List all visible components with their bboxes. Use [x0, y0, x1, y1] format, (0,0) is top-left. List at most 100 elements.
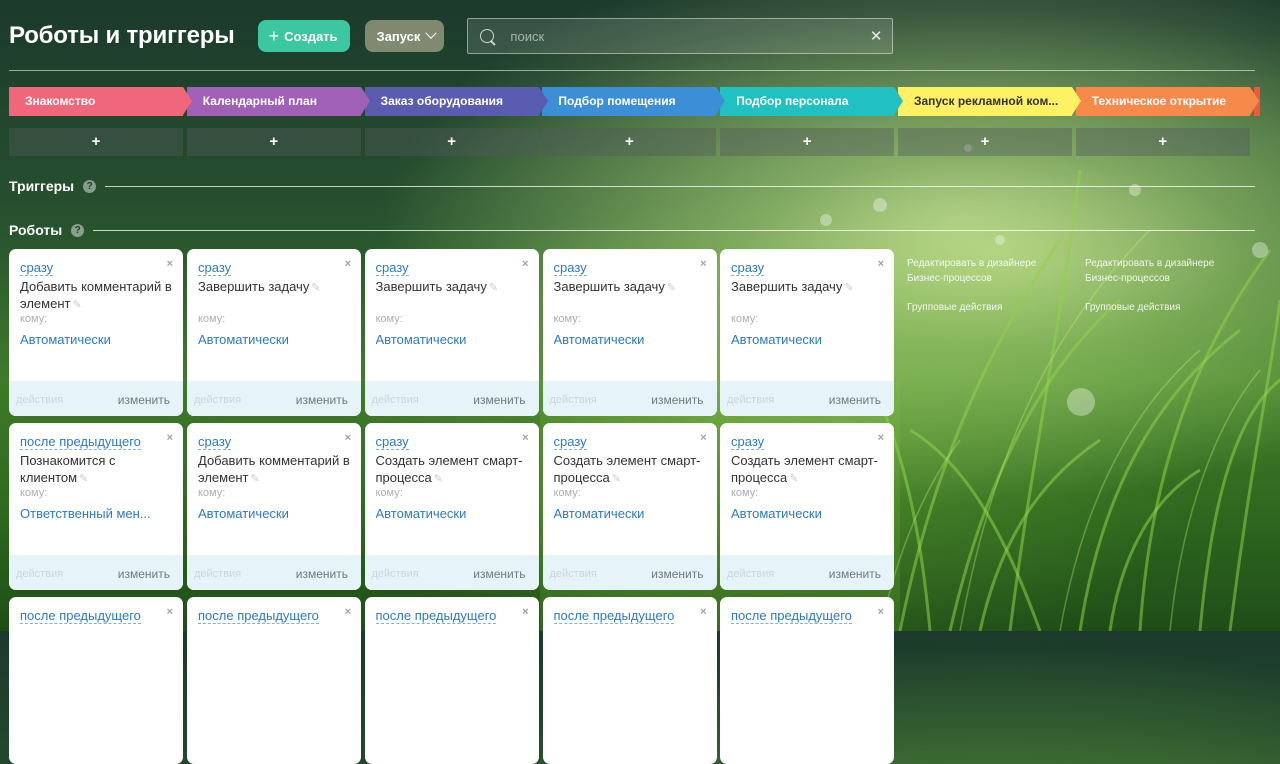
edit-link[interactable]: изменить — [651, 567, 703, 581]
stage-3[interactable]: Подбор помещения — [542, 87, 726, 116]
pencil-icon[interactable]: ✎ — [72, 299, 81, 311]
robot-card[interactable]: сразу × Добавить комментарий в элемент ✎ ком… — [187, 423, 361, 590]
robot-delay-link[interactable]: сразу — [731, 260, 765, 276]
close-icon[interactable]: × — [522, 606, 528, 618]
edit-link[interactable]: изменить — [118, 393, 170, 407]
edit-link[interactable]: изменить — [118, 567, 170, 581]
pencil-icon[interactable]: ✎ — [250, 473, 259, 485]
robot-delay-link[interactable]: после предыдущего — [375, 608, 497, 624]
robot-delay-link[interactable]: сразу — [20, 260, 54, 276]
robot-card[interactable]: сразу × Завершить задачу ✎ кому: Автоматическ… — [542, 249, 717, 416]
responsible-link[interactable]: Автоматически — [731, 332, 883, 347]
close-icon[interactable]: × — [878, 432, 884, 444]
responsible-link[interactable]: Ответственный мен... — [20, 506, 172, 521]
edit-link[interactable]: изменить — [296, 393, 348, 407]
edit-link[interactable]: изменить — [651, 393, 703, 407]
responsible-link[interactable]: Автоматически — [20, 332, 172, 347]
edit-in-designer-link[interactable]: Редактировать в дизайнере Бизнес-процесс… — [907, 256, 1047, 286]
pencil-icon[interactable]: ✎ — [79, 473, 88, 485]
robot-delay-link[interactable]: сразу — [553, 434, 587, 450]
edit-link[interactable]: изменить — [473, 567, 525, 581]
add-robot-button[interactable]: + — [720, 128, 895, 156]
robot-card[interactable]: после предыдущего × — [542, 597, 717, 764]
add-robot-button[interactable]: + — [9, 128, 183, 156]
stage-0[interactable]: Знакомство — [9, 87, 192, 116]
close-icon[interactable]: × — [345, 258, 351, 270]
robot-card[interactable]: сразу × Завершить задачу ✎ кому: Автоматическ… — [187, 249, 361, 416]
pencil-icon[interactable]: ✎ — [789, 473, 798, 485]
responsible-link[interactable]: Автоматически — [731, 506, 883, 521]
launch-dropdown[interactable]: Запуск — [364, 20, 445, 52]
robot-delay-link[interactable]: сразу — [198, 260, 232, 276]
robot-name: Создать элемент смарт-процесса ✎ — [731, 452, 891, 488]
close-icon[interactable]: × — [522, 432, 528, 444]
robot-delay-link[interactable]: сразу — [553, 260, 587, 276]
add-robot-button[interactable]: + — [542, 128, 717, 156]
close-icon[interactable]: × — [167, 606, 173, 618]
pencil-icon[interactable]: ✎ — [489, 282, 498, 294]
create-button[interactable]: + Создать — [257, 20, 350, 52]
robot-card[interactable]: после предыдущего × — [187, 597, 361, 764]
add-robot-button[interactable]: + — [364, 128, 539, 156]
robot-card[interactable]: сразу × Создать элемент смарт-процесса ✎ ком… — [364, 423, 539, 590]
stage-4[interactable]: Подбор персонала — [720, 87, 904, 116]
add-robot-button[interactable]: + — [186, 128, 361, 156]
robot-delay-link[interactable]: после предыдущего — [20, 608, 141, 624]
robot-delay-link[interactable]: после предыдущего — [198, 608, 319, 624]
close-icon[interactable]: × — [522, 258, 528, 270]
responsible-link[interactable]: Автоматически — [376, 506, 528, 521]
robot-card[interactable]: после предыдущего × — [9, 597, 183, 764]
robot-card[interactable]: сразу × Завершить задачу ✎ кому: Автоматическ… — [364, 249, 539, 416]
group-actions-link[interactable]: Групповые действия — [1085, 300, 1225, 315]
pencil-icon[interactable]: ✎ — [612, 473, 621, 485]
robot-card[interactable]: сразу × Создать элемент смарт-процесса ✎ ком… — [542, 423, 717, 590]
close-icon[interactable]: × — [345, 432, 351, 444]
robot-card[interactable]: после предыдущего × Познакомится с клиенто… — [9, 423, 183, 590]
edit-in-designer-link[interactable]: Редактировать в дизайнере Бизнес-процесс… — [1085, 256, 1225, 286]
robot-delay-link[interactable]: после предыдущего — [20, 434, 141, 450]
responsible-link[interactable]: Автоматически — [376, 332, 528, 347]
search-input[interactable] — [508, 27, 870, 45]
pencil-icon[interactable]: ✎ — [667, 282, 676, 294]
pencil-icon[interactable]: ✎ — [311, 282, 320, 294]
responsible-link[interactable]: Автоматически — [198, 506, 350, 521]
clear-search-icon[interactable]: ✕ — [870, 27, 883, 45]
triggers-help-icon[interactable]: ? — [83, 179, 97, 193]
edit-link[interactable]: изменить — [829, 567, 881, 581]
edit-link[interactable]: изменить — [829, 393, 881, 407]
add-robot-button[interactable]: + — [1075, 128, 1250, 156]
robot-card[interactable]: после предыдущего × — [364, 597, 539, 764]
close-icon[interactable]: × — [167, 258, 173, 270]
responsible-link[interactable]: Автоматически — [198, 332, 350, 347]
close-icon[interactable]: × — [700, 606, 706, 618]
responsible-link[interactable]: Автоматически — [554, 332, 706, 347]
pencil-icon[interactable]: ✎ — [434, 473, 443, 485]
close-icon[interactable]: × — [878, 258, 884, 270]
stage-6[interactable]: Техническое открытие — [1075, 87, 1259, 116]
group-actions-link[interactable]: Групповые действия — [907, 300, 1047, 315]
edit-link[interactable]: изменить — [296, 567, 348, 581]
robot-card[interactable]: после предыдущего × — [720, 597, 894, 764]
add-robot-button[interactable]: + — [897, 128, 1072, 156]
stage-5[interactable]: Запуск рекламной ком... — [897, 87, 1081, 116]
close-icon[interactable]: × — [345, 606, 351, 618]
robot-delay-link[interactable]: после предыдущего — [731, 608, 852, 624]
robot-delay-link[interactable]: сразу — [375, 434, 409, 450]
close-icon[interactable]: × — [700, 432, 706, 444]
stage-2[interactable]: Заказ оборудования — [364, 87, 548, 116]
robot-delay-link[interactable]: сразу — [198, 434, 232, 450]
robot-card[interactable]: сразу × Завершить задачу ✎ кому: Автоматическ… — [720, 249, 894, 416]
robot-card[interactable]: сразу × Добавить комментарий в элемент ✎ ком… — [9, 249, 183, 416]
responsible-link[interactable]: Автоматически — [554, 506, 706, 521]
close-icon[interactable]: × — [167, 432, 173, 444]
edit-link[interactable]: изменить — [473, 393, 525, 407]
robot-card[interactable]: сразу × Создать элемент смарт-процесса ✎ ком… — [720, 423, 894, 590]
robot-delay-link[interactable]: сразу — [375, 260, 409, 276]
robots-help-icon[interactable]: ? — [71, 223, 85, 237]
stage-1[interactable]: Календарный план — [186, 87, 370, 116]
close-icon[interactable]: × — [878, 606, 884, 618]
pencil-icon[interactable]: ✎ — [844, 282, 853, 294]
close-icon[interactable]: × — [700, 258, 706, 270]
robot-delay-link[interactable]: сразу — [731, 434, 765, 450]
robot-delay-link[interactable]: после предыдущего — [553, 608, 675, 624]
